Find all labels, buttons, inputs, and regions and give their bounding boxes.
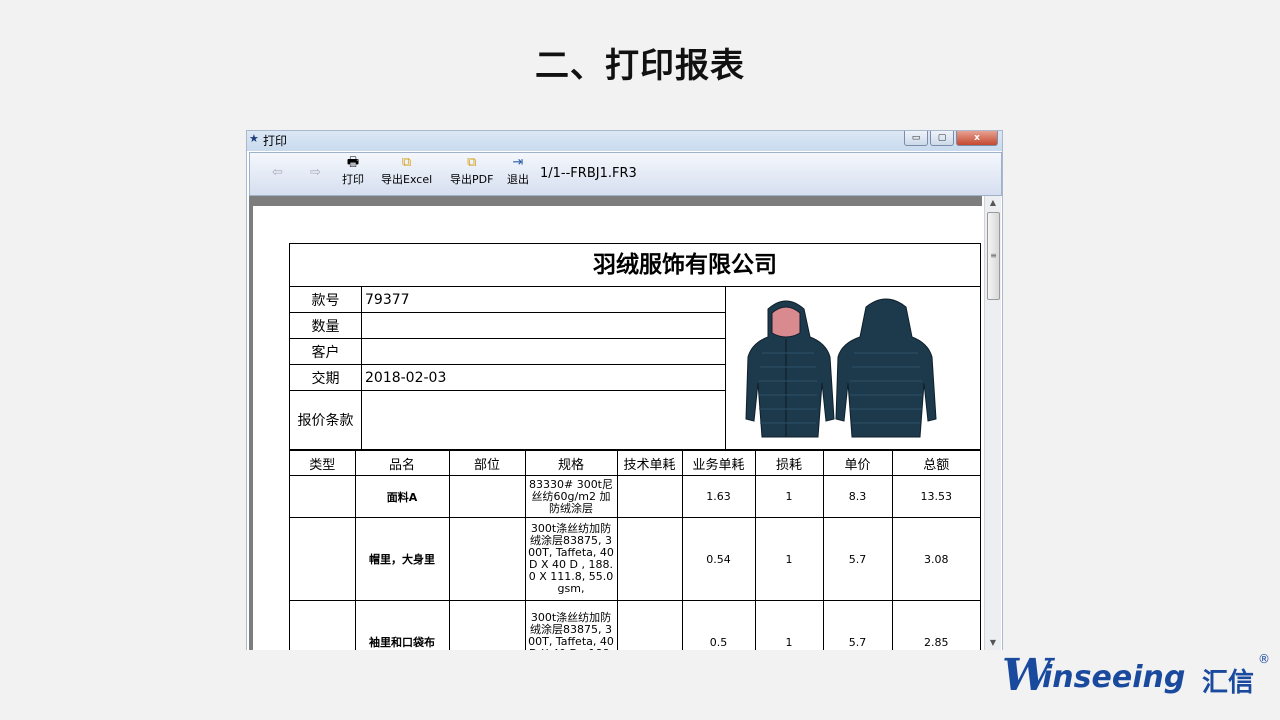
company-name: 羽绒服饰有限公司 bbox=[290, 244, 980, 287]
table-header-row: 类型 品名 部位 规格 技术单耗 业务单耗 损耗 单价 总额 bbox=[290, 451, 980, 476]
exit-icon: ⇥ bbox=[512, 155, 524, 170]
field-value bbox=[362, 391, 725, 449]
total-cell: 13.53 bbox=[891, 475, 980, 518]
scroll-thumb[interactable]: ≡ bbox=[987, 212, 1000, 300]
export-pdf-button[interactable]: ⧉ 导出PDF bbox=[450, 155, 493, 187]
column-header: 技术单耗 bbox=[616, 451, 683, 476]
maximize-button[interactable]: ▢ bbox=[930, 131, 954, 146]
biz-usage-cell: 0.54 bbox=[681, 517, 756, 601]
type-cell bbox=[290, 517, 356, 601]
report: 羽绒服饰有限公司 款号 79377 数量 客户 交期 2018-02-03 报价条款 bbox=[289, 243, 981, 650]
spec-cell: 300t涤丝纺加防绒涂层83875, 300T, Taffeta, 40 D X… bbox=[524, 517, 618, 601]
document-viewport[interactable]: 羽绒服饰有限公司 款号 79377 数量 客户 交期 2018-02-03 报价条款 bbox=[249, 196, 982, 650]
down-jacket-image bbox=[726, 287, 980, 449]
report-page: 羽绒服饰有限公司 款号 79377 数量 客户 交期 2018-02-03 报价条款 bbox=[253, 206, 982, 650]
column-header: 损耗 bbox=[754, 451, 824, 476]
registered-mark: ® bbox=[1258, 652, 1270, 666]
field-label: 数量 bbox=[290, 313, 362, 338]
print-preview-window: ★ 打印 ▭ ▢ x ⇦ ⇨ 🖶 打印 ⧉ 导出Excel ⧉ 导出PDF ⇥ … bbox=[246, 130, 1003, 650]
biz-usage-cell: 1.63 bbox=[681, 475, 756, 518]
table-row: 袖里和口袋布 300t涤丝纺加防绒涂层83875, 300T, Taffeta,… bbox=[290, 600, 980, 650]
column-header: 总额 bbox=[891, 451, 980, 476]
field-value: 79377 bbox=[365, 291, 410, 308]
field-label: 交期 bbox=[290, 365, 362, 390]
total-cell: 3.08 bbox=[891, 517, 980, 601]
export-excel-button[interactable]: ⧉ 导出Excel bbox=[381, 155, 432, 187]
name-cell: 面料A bbox=[354, 475, 450, 518]
field-value bbox=[362, 313, 725, 338]
exit-button[interactable]: ⇥ 退出 bbox=[507, 155, 529, 187]
close-button[interactable]: x bbox=[956, 131, 998, 146]
tech-usage-cell bbox=[616, 517, 683, 601]
price-cell: 5.7 bbox=[822, 517, 893, 601]
column-header: 业务单耗 bbox=[681, 451, 756, 476]
part-cell bbox=[448, 517, 526, 601]
name-cell: 袖里和口袋布 bbox=[354, 600, 450, 650]
field-label: 报价条款 bbox=[290, 391, 362, 449]
part-cell bbox=[448, 600, 526, 650]
loss-cell: 1 bbox=[754, 517, 824, 601]
export-excel-label: 导出Excel bbox=[381, 173, 433, 186]
scroll-up-icon[interactable]: ▲ bbox=[985, 196, 1001, 210]
print-label: 打印 bbox=[342, 173, 364, 186]
column-header: 部位 bbox=[448, 451, 526, 476]
tech-usage-cell bbox=[616, 600, 683, 650]
field-value bbox=[362, 339, 725, 364]
title-bar[interactable]: ★ 打印 ▭ ▢ x bbox=[247, 131, 1002, 151]
field-label: 客户 bbox=[290, 339, 362, 364]
table-row: 面料A 83330# 300t尼丝纺60g/m2 加防绒涂层 1.63 1 8.… bbox=[290, 475, 980, 518]
scroll-down-icon[interactable]: ▼ bbox=[985, 636, 1001, 650]
spec-cell: 83330# 300t尼丝纺60g/m2 加防绒涂层 bbox=[524, 475, 618, 518]
exit-label: 退出 bbox=[507, 173, 529, 186]
type-cell bbox=[290, 600, 356, 650]
jacket-front bbox=[745, 300, 835, 438]
part-cell bbox=[448, 475, 526, 518]
price-cell: 8.3 bbox=[822, 475, 893, 518]
vertical-scrollbar[interactable]: ▲ ≡ ▼ bbox=[984, 196, 1001, 650]
tech-usage-cell bbox=[616, 475, 683, 518]
jacket-illustration bbox=[745, 298, 937, 438]
total-cell: 2.85 bbox=[891, 600, 980, 650]
column-header: 规格 bbox=[524, 451, 618, 476]
page-info: 1/1--FRBJ1.FR3 bbox=[540, 166, 637, 181]
loss-cell: 1 bbox=[754, 475, 824, 518]
export-pdf-label: 导出PDF bbox=[450, 173, 494, 186]
spec-cell: 300t涤丝纺加防绒涂层83875, 300T, Taffeta, 40 D X… bbox=[524, 600, 618, 650]
materials-table: 类型 品名 部位 规格 技术单耗 业务单耗 损耗 单价 总额 面料A 83330… bbox=[290, 451, 980, 650]
column-header: 单价 bbox=[822, 451, 893, 476]
toolbar: ⇦ ⇨ 🖶 打印 ⧉ 导出Excel ⧉ 导出PDF ⇥ 退出 1/1--FRB… bbox=[249, 152, 1002, 196]
field-label: 款号 bbox=[290, 287, 362, 312]
back-icon[interactable]: ⇦ bbox=[272, 165, 283, 180]
export-pdf-icon: ⧉ bbox=[467, 155, 477, 170]
winseeing-logo: W inseeing 汇信 ® bbox=[1002, 650, 1272, 702]
printer-icon: 🖶 bbox=[346, 155, 360, 170]
column-header: 类型 bbox=[290, 451, 356, 476]
price-cell: 5.7 bbox=[822, 600, 893, 650]
field-value: 2018-02-03 bbox=[365, 369, 447, 386]
app-icon: ★ bbox=[249, 132, 259, 145]
info-section: 款号 79377 数量 客户 交期 2018-02-03 报价条款 bbox=[290, 287, 980, 451]
name-cell: 帽里，大身里 bbox=[354, 517, 450, 601]
table-row: 帽里，大身里 300t涤丝纺加防绒涂层83875, 300T, Taffeta,… bbox=[290, 517, 980, 601]
biz-usage-cell: 0.5 bbox=[681, 600, 756, 650]
logo-text: inseeing bbox=[1042, 660, 1186, 695]
minimize-button[interactable]: ▭ bbox=[904, 131, 928, 146]
print-button[interactable]: 🖶 打印 bbox=[342, 155, 364, 187]
logo-chinese: 汇信 bbox=[1202, 668, 1255, 698]
loss-cell: 1 bbox=[754, 600, 824, 650]
export-excel-icon: ⧉ bbox=[401, 155, 412, 170]
type-cell bbox=[290, 475, 356, 518]
window-title: 打印 bbox=[263, 134, 288, 148]
jacket-back bbox=[835, 298, 937, 438]
column-header: 品名 bbox=[354, 451, 450, 476]
slide-title: 二、打印报表 bbox=[535, 46, 745, 86]
forward-icon[interactable]: ⇨ bbox=[310, 165, 321, 180]
